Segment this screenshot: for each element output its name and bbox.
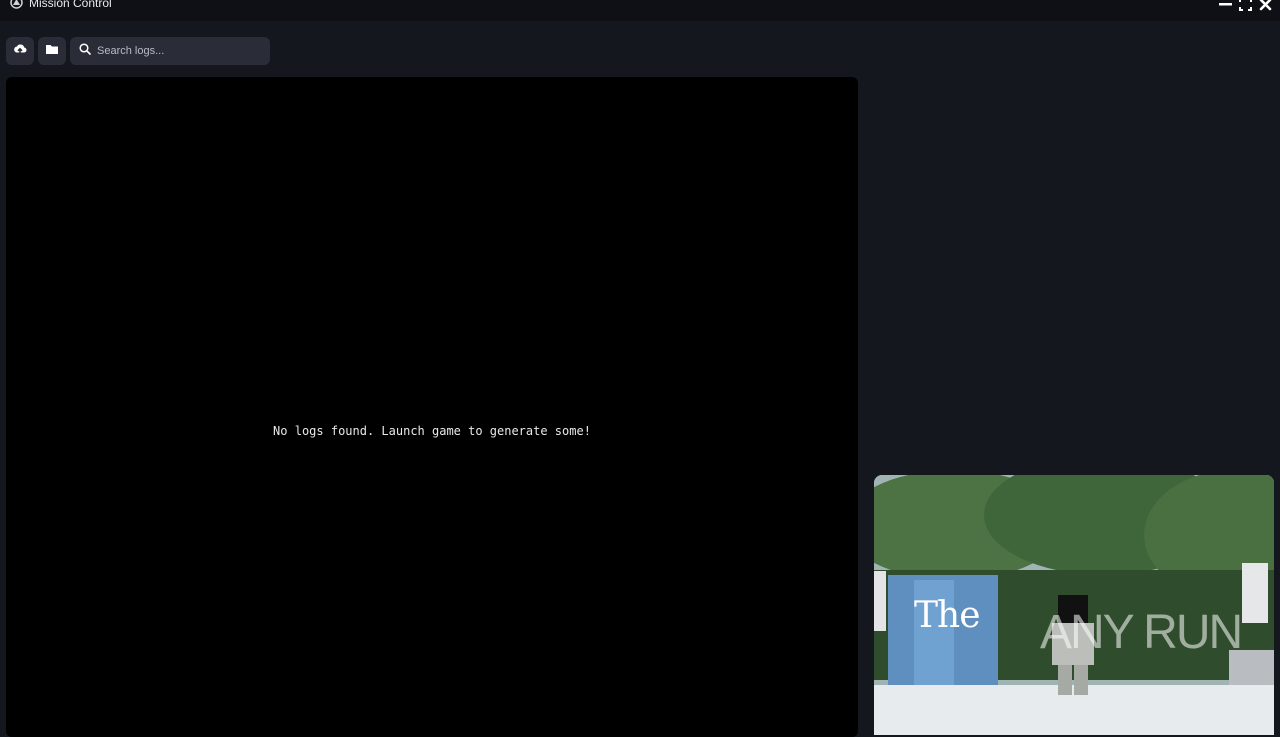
- window-controls: [1218, 0, 1272, 11]
- close-icon[interactable]: [1258, 0, 1272, 11]
- cloud-upload-icon: [13, 42, 27, 61]
- minimize-icon[interactable]: [1218, 0, 1232, 11]
- search-icon: [79, 42, 91, 60]
- watermark: ANY RUN: [1040, 605, 1243, 660]
- log-toolbar: [6, 37, 270, 65]
- open-folder-button[interactable]: [38, 37, 66, 65]
- empty-logs-message: No logs found. Launch game to generate s…: [273, 424, 591, 438]
- game-preview-image: The ANY RUN: [874, 475, 1274, 735]
- log-viewer[interactable]: No logs found. Launch game to generate s…: [6, 77, 858, 737]
- watermark-text: ANY RUN: [1040, 606, 1243, 659]
- app-logo-icon: [10, 0, 23, 9]
- maximize-icon[interactable]: [1238, 0, 1252, 11]
- search-box[interactable]: [70, 37, 270, 65]
- window-title: Mission Control: [29, 0, 112, 10]
- folder-icon: [45, 42, 59, 61]
- preview-caption: The: [914, 595, 981, 636]
- upload-logs-button[interactable]: [6, 37, 34, 65]
- title-bar: Mission Control: [0, 0, 1280, 21]
- search-input[interactable]: [97, 45, 257, 57]
